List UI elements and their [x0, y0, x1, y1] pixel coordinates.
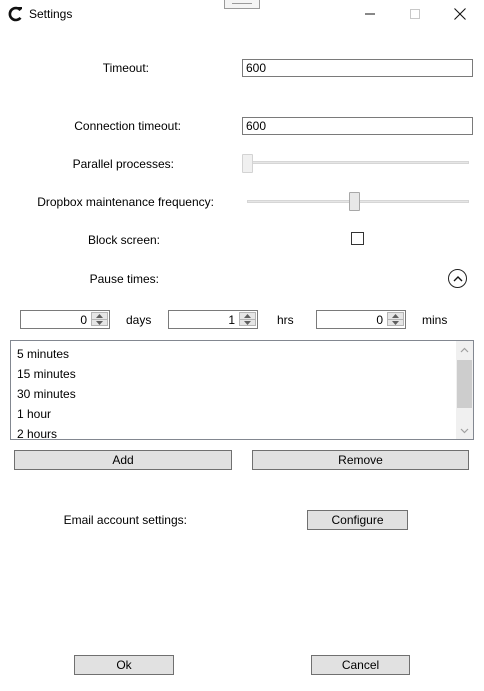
minutes-decrement-button[interactable] — [387, 319, 404, 326]
ok-button[interactable]: Ok — [74, 655, 174, 675]
dropbox-maintenance-label: Dropbox maintenance frequency: — [37, 195, 214, 209]
add-button[interactable]: Add — [14, 450, 232, 470]
parallel-processes-slider-thumb[interactable] — [242, 154, 253, 173]
arrow-down-icon — [392, 320, 399, 325]
list-scrollbar[interactable] — [456, 341, 473, 439]
list-item[interactable]: 15 minutes — [17, 367, 76, 381]
minimize-icon — [365, 13, 375, 15]
days-decrement-button[interactable] — [91, 319, 108, 326]
close-button[interactable] — [437, 2, 483, 26]
list-item[interactable]: 2 hours — [17, 427, 57, 439]
chevron-up-icon — [453, 276, 462, 282]
email-settings-label: Email account settings: — [63, 513, 187, 527]
remove-button[interactable]: Remove — [252, 450, 469, 470]
block-screen-checkbox[interactable] — [351, 232, 364, 245]
scroll-down-button[interactable] — [456, 422, 473, 439]
drag-grip[interactable] — [224, 0, 260, 9]
minimize-button[interactable] — [347, 2, 393, 26]
hours-unit-label: hrs — [277, 313, 294, 327]
days-value: 0 — [80, 313, 87, 327]
list-item[interactable]: 1 hour — [17, 407, 51, 421]
pause-times-collapse-button[interactable] — [448, 269, 467, 288]
pause-times-label: Pause times: — [89, 272, 159, 286]
minutes-spinner[interactable]: 0 — [316, 310, 406, 329]
timeout-input[interactable]: 600 — [242, 59, 473, 77]
chevron-up-icon — [460, 347, 469, 352]
dropbox-frequency-slider-thumb[interactable] — [348, 192, 360, 211]
minutes-increment-button[interactable] — [387, 312, 404, 319]
timeout-label: Timeout: — [102, 61, 149, 75]
parallel-processes-label: Parallel processes: — [72, 157, 174, 171]
minutes-value: 0 — [376, 313, 383, 327]
hours-value: 1 — [228, 313, 235, 327]
maximize-icon — [410, 9, 420, 19]
arrow-down-icon — [96, 320, 103, 325]
block-screen-label: Block screen: — [87, 233, 160, 247]
connection-timeout-input[interactable]: 600 — [242, 117, 473, 135]
close-icon — [454, 8, 466, 20]
hours-decrement-button[interactable] — [239, 319, 256, 326]
arrow-up-icon — [392, 314, 399, 318]
hours-increment-button[interactable] — [239, 312, 256, 319]
minutes-unit-label: mins — [422, 313, 448, 327]
app-logo-icon — [8, 6, 22, 22]
list-item[interactable]: 30 minutes — [17, 387, 76, 401]
connection-timeout-label: Connection timeout: — [74, 119, 181, 133]
scroll-thumb[interactable] — [457, 360, 472, 408]
parallel-processes-slider[interactable] — [247, 161, 469, 164]
pause-times-list[interactable]: 5 minutes 15 minutes 30 minutes 1 hour 2… — [10, 340, 474, 440]
configure-button[interactable]: Configure — [307, 510, 408, 530]
arrow-up-icon — [96, 314, 103, 318]
days-unit-label: days — [126, 313, 152, 327]
cancel-button[interactable]: Cancel — [311, 655, 410, 675]
maximize-button[interactable] — [392, 2, 438, 26]
arrow-down-icon — [244, 320, 251, 325]
list-item[interactable]: 5 minutes — [17, 347, 69, 361]
days-spinner[interactable]: 0 — [20, 310, 110, 329]
arrow-up-icon — [244, 314, 251, 318]
hours-spinner[interactable]: 1 — [168, 310, 258, 329]
window-title: Settings — [29, 7, 73, 21]
days-increment-button[interactable] — [91, 312, 108, 319]
chevron-down-icon — [460, 428, 469, 433]
scroll-up-button[interactable] — [456, 341, 473, 358]
